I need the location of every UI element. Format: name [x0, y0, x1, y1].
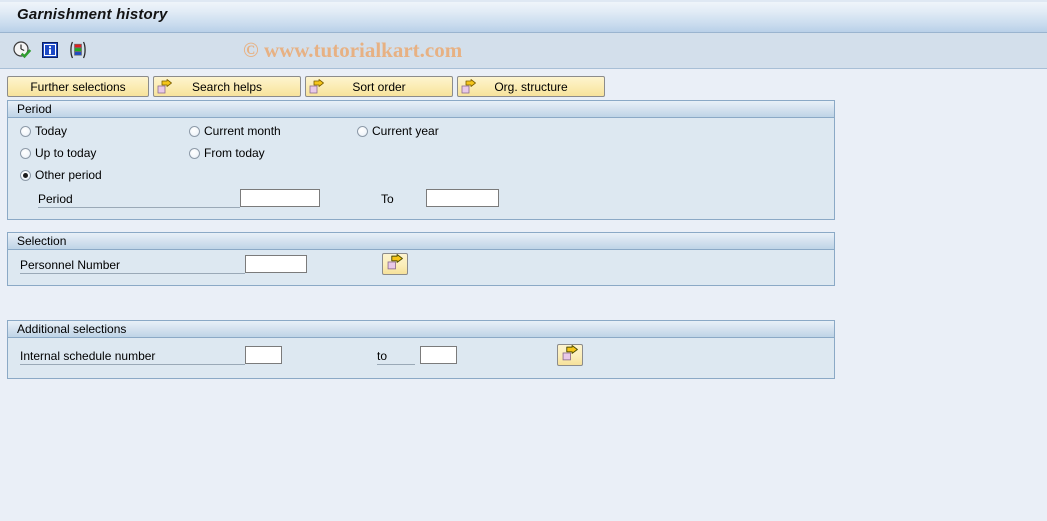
info-icon[interactable] — [38, 38, 62, 62]
sort-order-button-label: Sort order — [352, 79, 406, 94]
internal-schedule-number-from-input[interactable] — [245, 346, 282, 364]
radio-from-today[interactable]: From today — [189, 146, 265, 160]
org-structure-button[interactable]: Org. structure — [457, 76, 605, 97]
additional-selections-group-body: Internal schedule number to — [8, 338, 834, 378]
radio-current-year[interactable]: Current year — [357, 124, 439, 138]
radio-current-year-label: Current year — [372, 124, 439, 138]
execute-clock-icon[interactable] — [10, 38, 34, 62]
radio-current-month[interactable]: Current month — [189, 124, 281, 138]
sort-order-button[interactable]: Sort order — [305, 76, 453, 97]
radio-other-period-indicator — [20, 169, 31, 181]
variant-icon[interactable] — [66, 38, 90, 62]
internal-schedule-number-to-input[interactable] — [420, 346, 457, 364]
internal-schedule-number-to-label: to — [377, 349, 415, 365]
personnel-number-multiple-selection-button[interactable] — [382, 253, 408, 275]
radio-other-period[interactable]: Other period — [20, 168, 102, 182]
org-structure-button-label: Org. structure — [494, 79, 568, 94]
radio-current-year-indicator — [357, 125, 368, 137]
period-group: Period Today Current month Current year … — [7, 100, 835, 220]
period-from-input[interactable] — [240, 189, 320, 207]
period-to-input[interactable] — [426, 189, 499, 207]
radio-today-indicator — [20, 125, 31, 137]
further-selections-button-label: Further selections — [30, 79, 126, 94]
radio-up-to-today-label: Up to today — [35, 146, 97, 160]
selection-group-body: Personnel Number — [8, 250, 834, 285]
period-to-label: To — [381, 192, 394, 206]
selection-button-row: Further selections Search helps Sort ord… — [7, 76, 605, 97]
selection-group: Selection Personnel Number — [7, 232, 835, 286]
internal-schedule-number-multiple-selection-button[interactable] — [557, 344, 583, 366]
additional-selections-group-header: Additional selections — [8, 321, 834, 338]
radio-up-to-today-indicator — [20, 147, 31, 159]
period-group-header: Period — [8, 101, 834, 118]
watermark-text: © www.tutorialkart.com — [243, 38, 463, 62]
additional-selections-group: Additional selections Internal schedule … — [7, 320, 835, 379]
period-field-label: Period — [38, 192, 240, 208]
radio-today[interactable]: Today — [20, 124, 67, 138]
arrow-right-icon — [461, 79, 477, 95]
radio-today-label: Today — [35, 124, 68, 138]
radio-current-month-label: Current month — [204, 124, 281, 138]
period-group-body: Today Current month Current year Up to t… — [8, 118, 834, 219]
personnel-number-input[interactable] — [245, 255, 307, 273]
radio-current-month-indicator — [189, 125, 200, 137]
radio-up-to-today[interactable]: Up to today — [20, 146, 96, 160]
internal-schedule-number-label: Internal schedule number — [20, 349, 245, 365]
personnel-number-label: Personnel Number — [20, 258, 245, 274]
application-toolbar — [0, 33, 1047, 69]
further-selections-button[interactable]: Further selections — [7, 76, 149, 97]
multiple-selection-icon — [562, 345, 579, 365]
arrow-right-icon — [157, 79, 173, 95]
radio-other-period-label: Other period — [35, 168, 102, 182]
page-title: Garnishment history — [17, 6, 168, 23]
multiple-selection-icon — [387, 254, 404, 274]
arrow-right-icon — [309, 79, 325, 95]
selection-group-header: Selection — [8, 233, 834, 250]
search-helps-button[interactable]: Search helps — [153, 76, 301, 97]
toolbar-icon-group — [10, 38, 90, 62]
radio-from-today-indicator — [189, 147, 200, 159]
search-helps-button-label: Search helps — [191, 79, 263, 94]
radio-from-today-label: From today — [204, 146, 265, 160]
title-bar: Garnishment history — [0, 0, 1047, 33]
